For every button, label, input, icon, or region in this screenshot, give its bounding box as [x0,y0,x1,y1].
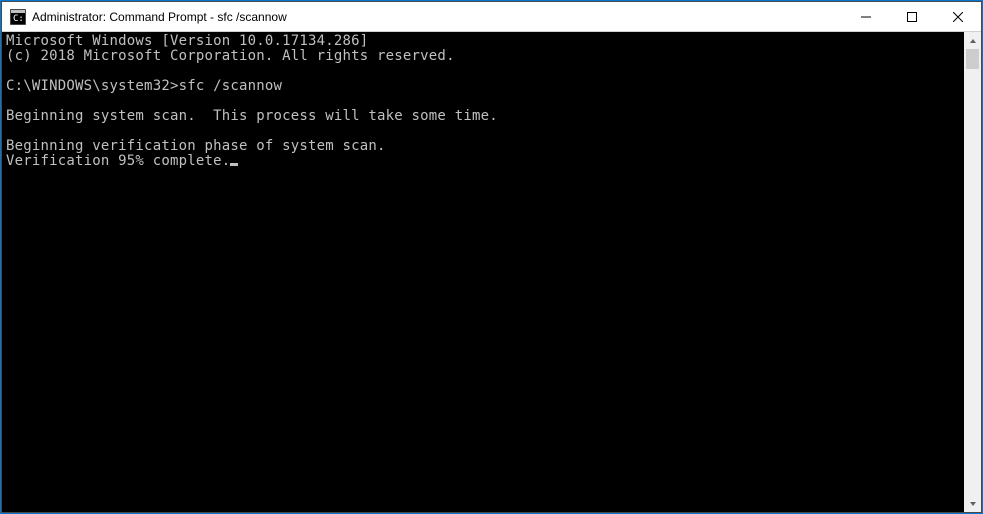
console-prompt: C:\WINDOWS\system32> [6,78,179,94]
console-command: sfc /scannow [179,78,283,94]
console-line: (c) 2018 Microsoft Corporation. All righ… [6,48,455,64]
scrollbar-track[interactable] [964,49,981,495]
window-title: Administrator: Command Prompt - sfc /sca… [32,10,843,24]
window-controls [843,2,981,31]
console-line: Microsoft Windows [Version 10.0.17134.28… [6,33,368,49]
console-output[interactable]: Microsoft Windows [Version 10.0.17134.28… [2,32,964,512]
minimize-button[interactable] [843,2,889,31]
scroll-down-button[interactable] [964,495,981,512]
vertical-scrollbar[interactable] [964,32,981,512]
maximize-button[interactable] [889,2,935,31]
console-line: Verification 95% complete. [6,153,230,169]
console-line: Beginning verification phase of system s… [6,138,386,154]
svg-text:C:: C: [13,14,24,24]
close-button[interactable] [935,2,981,31]
command-prompt-window: C: Administrator: Command Prompt - sfc /… [1,1,982,513]
text-cursor [230,163,238,166]
titlebar[interactable]: C: Administrator: Command Prompt - sfc /… [2,2,981,32]
scrollbar-thumb[interactable] [966,49,979,69]
cmd-icon: C: [10,9,26,25]
console-line: Beginning system scan. This process will… [6,108,498,124]
client-area: Microsoft Windows [Version 10.0.17134.28… [2,32,981,512]
scroll-up-button[interactable] [964,32,981,49]
